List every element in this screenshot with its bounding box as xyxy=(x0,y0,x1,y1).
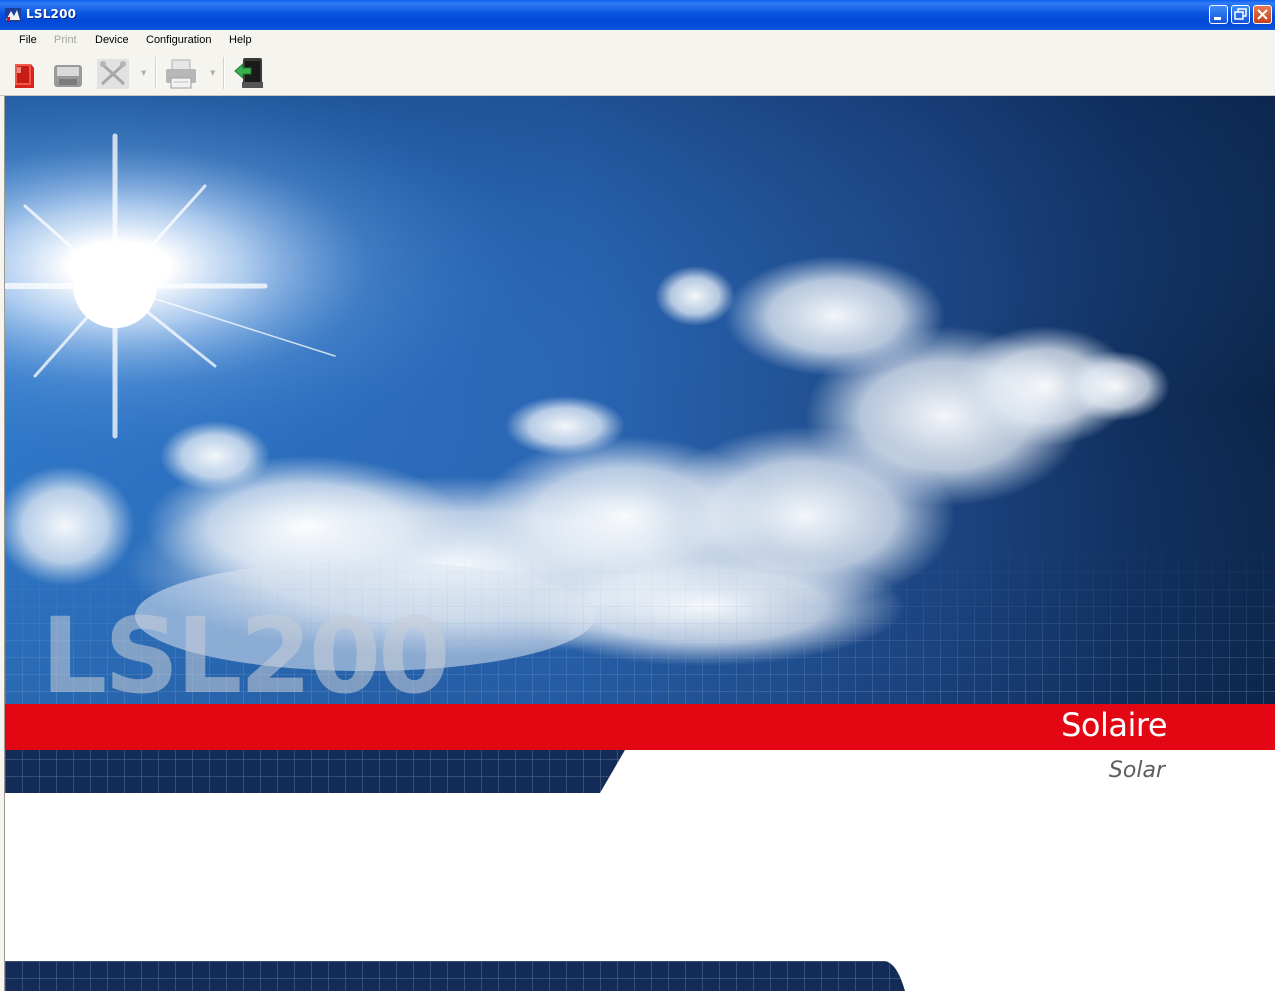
restore-button[interactable] xyxy=(1231,5,1250,24)
tools-dropdown-arrow[interactable]: ▼ xyxy=(141,69,146,77)
save-button[interactable] xyxy=(50,55,86,91)
tools-button[interactable] xyxy=(95,55,131,91)
print-icon xyxy=(166,59,196,89)
close-button[interactable] xyxy=(1253,5,1272,24)
title-solar: Solar xyxy=(1108,758,1165,783)
toolbar: ▼ ▼ xyxy=(0,52,1275,96)
menu-bar: File Print Device Configuration Help xyxy=(0,30,1275,52)
bottom-navy-band xyxy=(5,961,905,991)
print-button[interactable] xyxy=(163,55,199,91)
minimize-icon xyxy=(1214,17,1221,20)
minimize-button[interactable] xyxy=(1209,5,1228,24)
window-title: LSL200 xyxy=(26,7,77,21)
menu-configuration[interactable]: Configuration xyxy=(146,34,211,46)
tools-icon xyxy=(97,59,129,89)
exit-icon xyxy=(234,58,263,88)
product-logo-text: LSL200 xyxy=(41,595,451,717)
menu-help[interactable]: Help xyxy=(229,34,252,46)
menu-device[interactable]: Device xyxy=(95,34,129,46)
open-button[interactable] xyxy=(6,55,42,91)
app-window: LSL200 File Print Device Configuration H… xyxy=(0,0,1275,991)
open-file-icon xyxy=(15,64,34,88)
toolbar-separator xyxy=(223,57,225,89)
restore-icon xyxy=(1234,8,1247,20)
save-icon xyxy=(54,65,82,87)
exit-button[interactable] xyxy=(231,55,267,91)
app-icon[interactable] xyxy=(5,8,21,22)
splash-area: LSL200 Solaire Solar xyxy=(5,96,1275,991)
menu-file[interactable]: File xyxy=(19,34,37,46)
toolbar-separator xyxy=(155,57,157,89)
menu-print[interactable]: Print xyxy=(54,34,77,46)
title-bar[interactable]: LSL200 xyxy=(0,0,1275,30)
close-icon xyxy=(1257,9,1268,20)
title-solaire: Solaire xyxy=(1061,706,1167,744)
print-dropdown-arrow[interactable]: ▼ xyxy=(210,69,215,77)
